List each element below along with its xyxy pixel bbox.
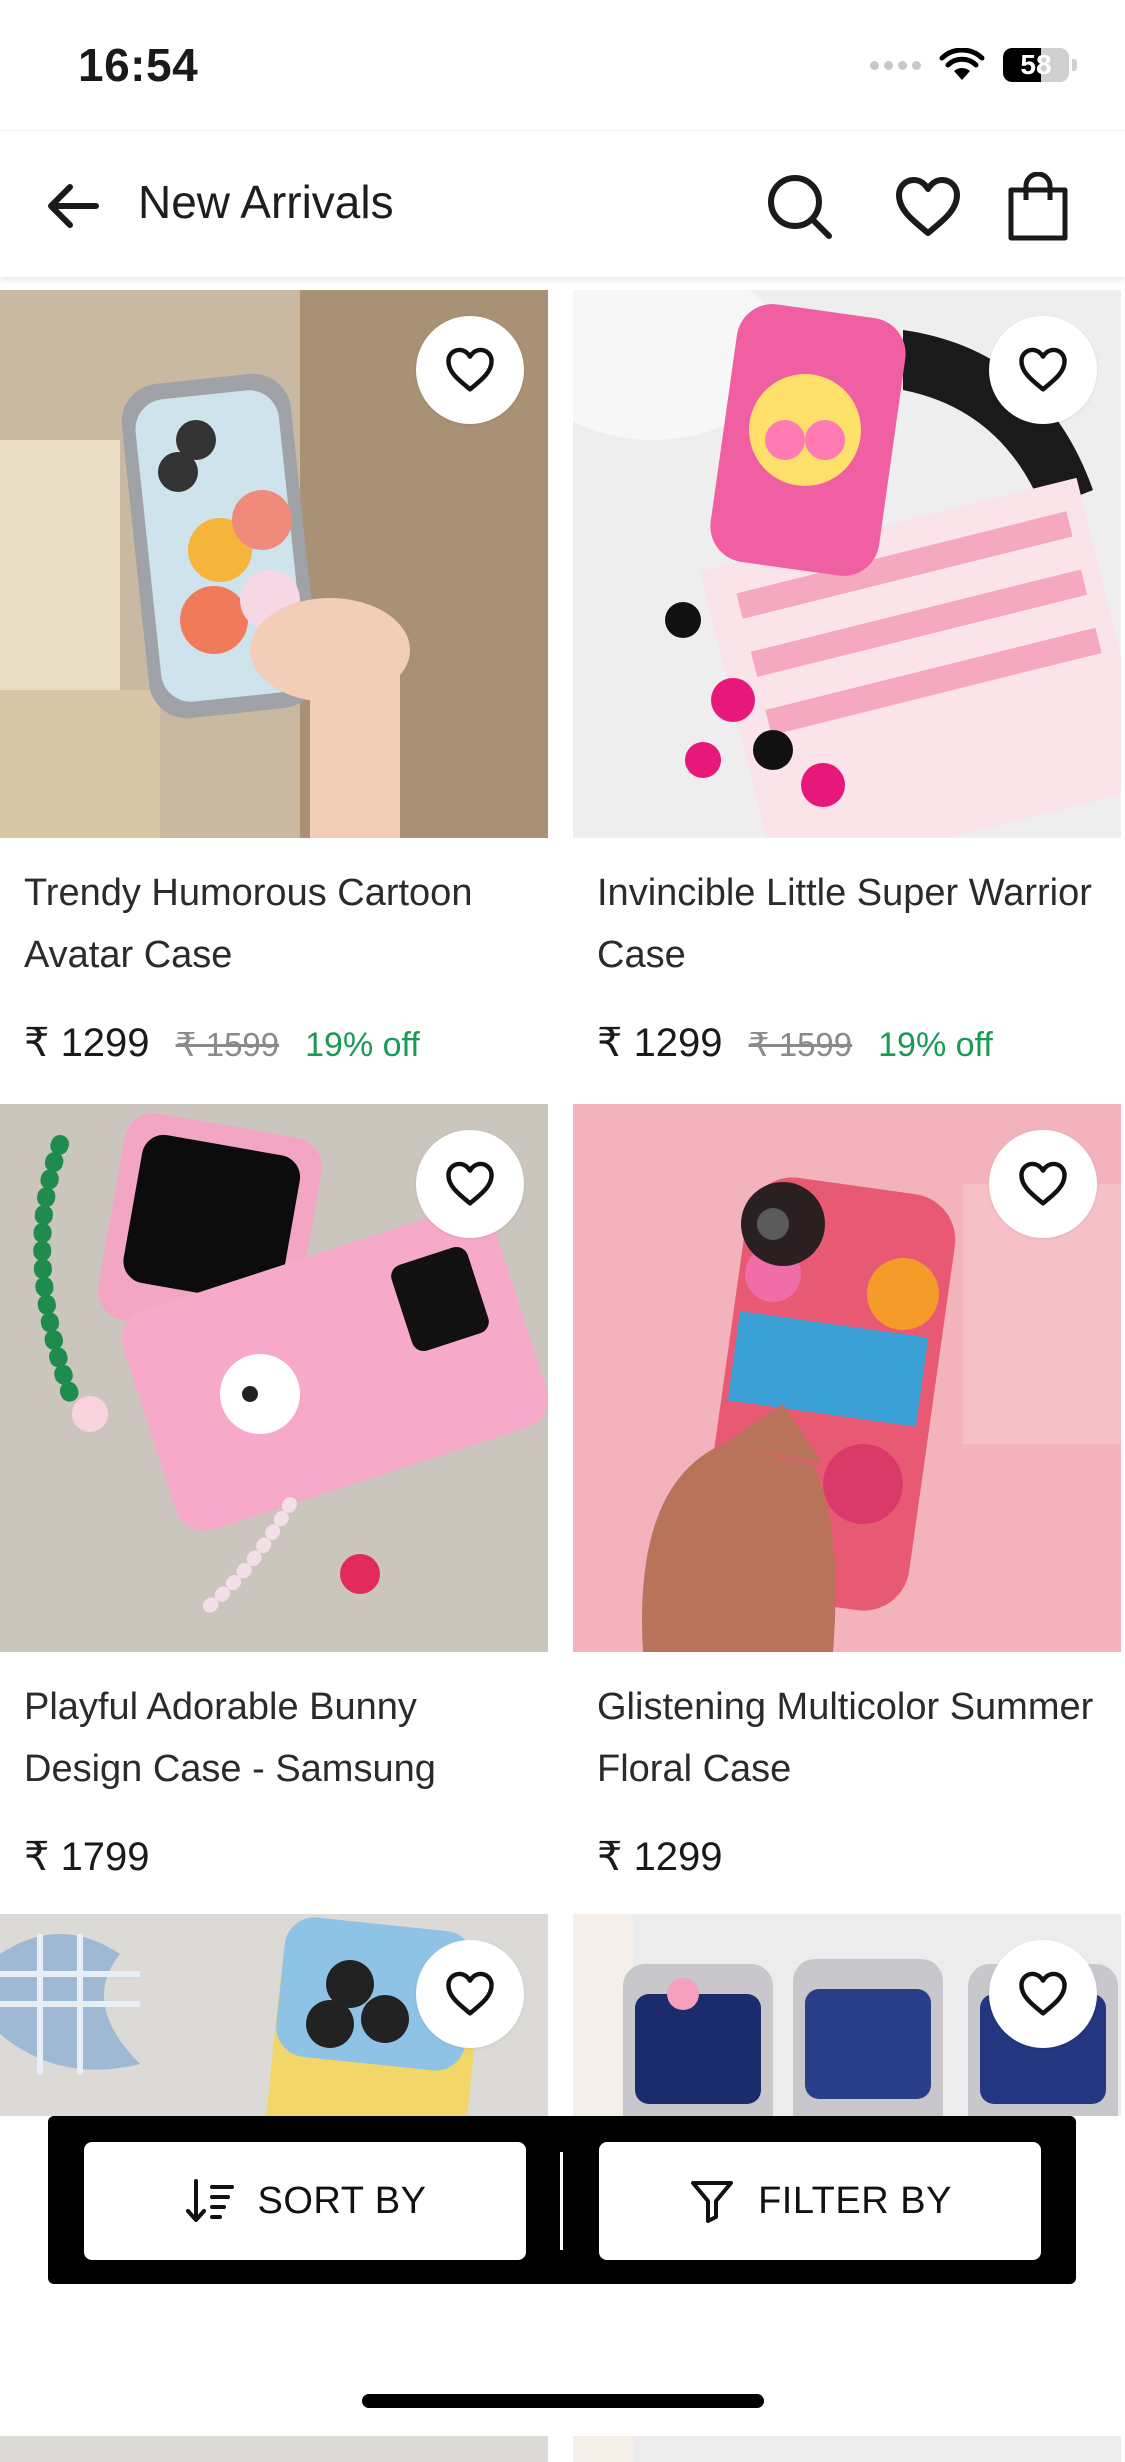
discount-badge: 19% off	[878, 1026, 993, 1064]
sort-label: SORT BY	[257, 2179, 427, 2222]
wishlist-toggle[interactable]	[416, 1940, 524, 2048]
price-row: ₹ 1299	[597, 1834, 723, 1880]
filter-button[interactable]: FILTER BY	[599, 2142, 1041, 2260]
sort-icon	[185, 2179, 234, 2222]
status-bar: 16:54 58	[0, 0, 1125, 130]
filter-label: FILTER BY	[758, 2179, 952, 2222]
heart-icon	[446, 1971, 494, 2016]
product-image[interactable]	[0, 1104, 548, 1652]
product-price: ₹ 1299	[597, 1021, 723, 1065]
product-name[interactable]: Invincible Little Super Warrior Case	[597, 862, 1107, 986]
wifi-icon	[939, 48, 985, 80]
search-icon	[768, 175, 832, 239]
search-button[interactable]	[760, 167, 840, 247]
heart-icon	[1019, 347, 1067, 392]
cart-button[interactable]	[998, 167, 1078, 247]
sort-filter-bar: SORT BY FILTER BY	[48, 2116, 1076, 2284]
cellular-signal-icon	[870, 60, 921, 70]
product-name[interactable]: Trendy Humorous Cartoon Avatar Case	[24, 862, 534, 986]
back-button[interactable]	[40, 173, 106, 239]
filter-icon	[691, 2181, 734, 2223]
product-card[interactable]: Trendy Humorous Cartoon Avatar Case ₹ 12…	[0, 290, 548, 1065]
product-price: ₹ 1799	[24, 1835, 150, 1879]
heart-icon	[1019, 1971, 1067, 2016]
home-indicator	[362, 2394, 764, 2408]
product-image[interactable]	[0, 290, 548, 838]
product-image[interactable]	[573, 1104, 1121, 1652]
battery-percent: 58	[1020, 49, 1052, 80]
wishlist-toggle[interactable]	[989, 1130, 1097, 1238]
wishlist-button[interactable]	[888, 167, 968, 247]
product-image[interactable]	[573, 290, 1121, 838]
discount-badge: 19% off	[305, 1026, 420, 1064]
product-name[interactable]: Playful Adorable Bunny Design Case - Sam…	[24, 1676, 534, 1800]
wishlist-toggle[interactable]	[989, 316, 1097, 424]
wishlist-toggle[interactable]	[416, 1130, 524, 1238]
heart-icon	[446, 1161, 494, 1206]
battery-icon: 58	[1003, 48, 1069, 82]
divider	[560, 2152, 563, 2250]
top-app-bar: New Arrivals	[0, 130, 1125, 277]
product-price: ₹ 1299	[597, 1835, 723, 1879]
price-row: ₹ 1799	[24, 1834, 150, 1880]
product-name[interactable]: Glistening Multicolor Summer Floral Case	[597, 1676, 1107, 1800]
status-icons: 58	[870, 48, 1077, 82]
price-row: ₹ 1299 ₹ 1599 19% off	[24, 1020, 420, 1066]
status-time: 16:54	[78, 39, 199, 91]
heart-icon	[1019, 1161, 1067, 1206]
page-title: New Arrivals	[138, 176, 394, 228]
battery-cap	[1072, 59, 1077, 71]
sort-button[interactable]: SORT BY	[84, 2142, 526, 2260]
product-card[interactable]: Invincible Little Super Warrior Case ₹ 1…	[573, 290, 1121, 1065]
shopping-bag-icon	[1008, 172, 1068, 241]
wishlist-toggle[interactable]	[416, 316, 524, 424]
product-card[interactable]: Playful Adorable Bunny Design Case - Sam…	[0, 1104, 548, 1879]
product-price: ₹ 1299	[24, 1021, 150, 1065]
heart-icon	[896, 177, 960, 236]
product-mrp: ₹ 1599	[175, 1026, 280, 1063]
product-card[interactable]: Glistening Multicolor Summer Floral Case…	[573, 1104, 1121, 1879]
price-row: ₹ 1299 ₹ 1599 19% off	[597, 1020, 993, 1066]
arrow-left-icon	[48, 184, 99, 228]
product-mrp: ₹ 1599	[748, 1026, 853, 1063]
heart-icon	[446, 347, 494, 392]
wishlist-toggle[interactable]	[989, 1940, 1097, 2048]
